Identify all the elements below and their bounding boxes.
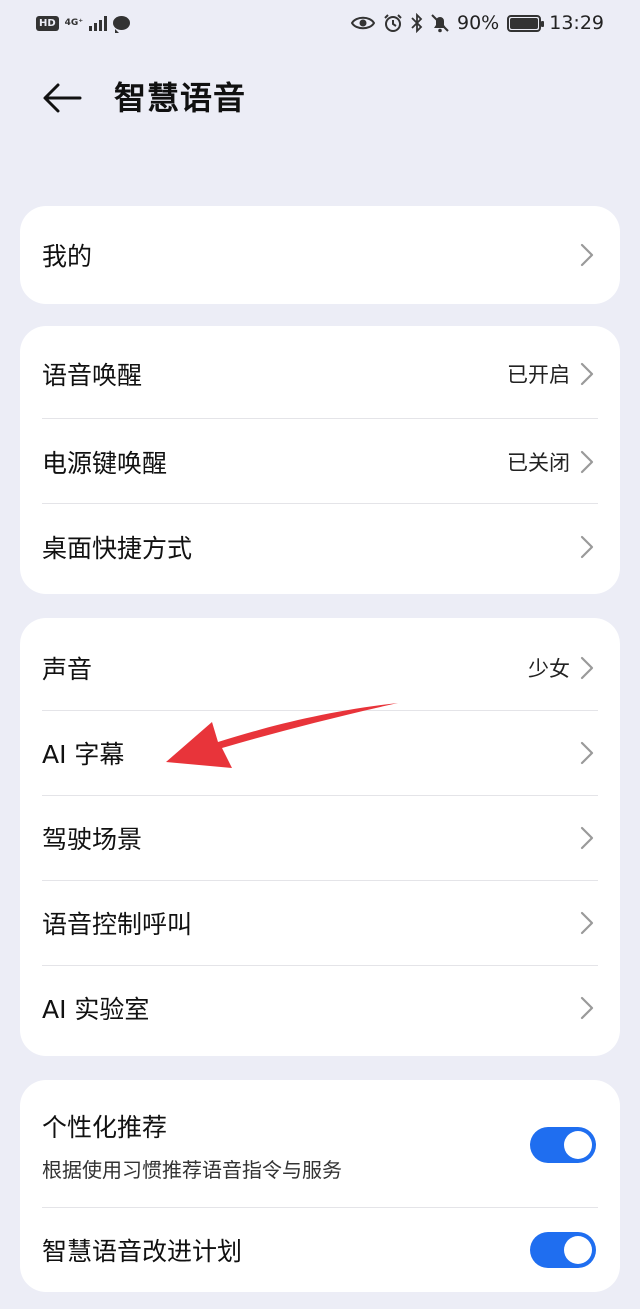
row-label: 语音唤醒 — [42, 361, 143, 390]
card-privacy: 个性化推荐 根据使用习惯推荐语音指令与服务 智慧语音改进计划 — [20, 1080, 620, 1292]
row-mine[interactable]: 我的 — [20, 206, 620, 304]
app-header: 智慧语音 — [0, 62, 640, 132]
row-label: 电源键唤醒 — [42, 449, 168, 478]
row-desktop-shortcut[interactable]: 桌面快捷方式 — [20, 505, 620, 589]
row-power-key-wake[interactable]: 电源键唤醒 已关闭 — [20, 420, 620, 504]
card-mine: 我的 — [20, 206, 620, 304]
signal-icon — [89, 15, 108, 31]
row-label: 驾驶场景 — [42, 825, 143, 854]
battery-icon — [507, 14, 545, 32]
network-type: 4G⁺ — [64, 17, 84, 28]
back-button[interactable] — [40, 76, 84, 120]
chevron-right-icon — [578, 534, 596, 560]
chevron-right-icon — [578, 242, 596, 268]
row-label: 声音 — [42, 655, 93, 684]
chevron-right-icon — [578, 449, 596, 475]
row-value: 已开启 — [507, 363, 570, 387]
message-icon — [113, 16, 131, 33]
row-sublabel: 根据使用习惯推荐语音指令与服务 — [42, 1157, 342, 1182]
status-left: HD 4G⁺ — [36, 15, 131, 33]
chevron-right-icon — [578, 655, 596, 681]
page-title: 智慧语音 — [114, 79, 247, 117]
personalized-recommend-toggle[interactable] — [530, 1127, 596, 1163]
row-voice-call[interactable]: 语音控制呼叫 — [20, 881, 620, 965]
divider — [42, 503, 598, 504]
card-wake: 语音唤醒 已开启 电源键唤醒 已关闭 桌面快捷方式 — [20, 326, 620, 594]
back-arrow-icon — [43, 83, 82, 113]
status-bar: HD 4G⁺ 90% 13:29 — [0, 0, 640, 46]
battery-percent: 90% — [457, 12, 500, 34]
card-features: 声音 少女 AI 字幕 驾驶场景 语音控制呼叫 AI 实验室 — [20, 618, 620, 1056]
toggle-knob — [564, 1236, 592, 1264]
divider — [42, 418, 598, 419]
row-label: 语音控制呼叫 — [42, 910, 193, 939]
chevron-right-icon — [578, 825, 596, 851]
row-text: 个性化推荐 根据使用习惯推荐语音指令与服务 — [42, 1108, 530, 1183]
row-label: 个性化推荐 — [42, 1112, 168, 1142]
chevron-right-icon — [578, 361, 596, 387]
status-right: 90% 13:29 — [351, 12, 604, 34]
row-voice-wake[interactable]: 语音唤醒 已开启 — [20, 332, 620, 416]
row-value: 已关闭 — [507, 451, 570, 475]
row-driving-scene[interactable]: 驾驶场景 — [20, 796, 620, 880]
row-ai-subtitles[interactable]: AI 字幕 — [20, 711, 620, 795]
chevron-right-icon — [578, 995, 596, 1021]
toggle-knob — [564, 1131, 592, 1159]
row-personalized-recommend[interactable]: 个性化推荐 根据使用习惯推荐语音指令与服务 — [20, 1088, 620, 1202]
row-ai-lab[interactable]: AI 实验室 — [20, 966, 620, 1050]
row-label: 桌面快捷方式 — [42, 534, 193, 563]
alarm-icon — [384, 14, 402, 32]
row-voice[interactable]: 声音 少女 — [20, 626, 620, 710]
hd-badge: HD — [36, 15, 59, 31]
row-improvement-plan[interactable]: 智慧语音改进计划 — [20, 1208, 620, 1292]
bluetooth-icon — [411, 13, 423, 33]
improvement-plan-toggle[interactable] — [530, 1232, 596, 1268]
clock: 13:29 — [549, 12, 604, 34]
eye-icon — [351, 16, 375, 30]
row-label: 我的 — [42, 242, 93, 271]
row-label: AI 实验室 — [42, 995, 150, 1024]
mute-bell-icon — [431, 14, 449, 33]
row-label: 智慧语音改进计划 — [42, 1237, 243, 1266]
row-label: AI 字幕 — [42, 740, 125, 769]
chevron-right-icon — [578, 910, 596, 936]
chevron-right-icon — [578, 740, 596, 766]
row-value: 少女 — [528, 657, 570, 681]
